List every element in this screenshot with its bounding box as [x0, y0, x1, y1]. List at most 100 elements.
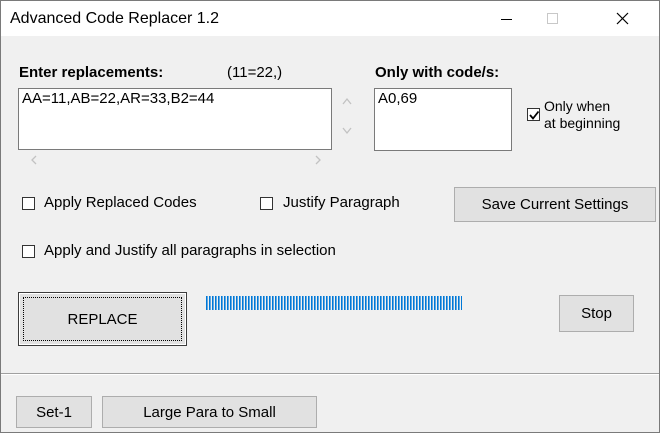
- progress-stripe: [320, 296, 322, 310]
- progress-stripe: [221, 296, 223, 310]
- set1-label: Set-1: [36, 403, 72, 421]
- justify-label: Justify Paragraph: [283, 194, 400, 211]
- only-codes-input[interactable]: A0,69: [374, 88, 512, 151]
- progress-stripe: [215, 296, 217, 310]
- progress-stripe: [434, 296, 436, 310]
- replacements-hint: (11=22,): [227, 64, 283, 81]
- progress-stripe: [362, 296, 364, 310]
- replacements-label: Enter replacements:: [19, 64, 164, 81]
- progress-stripe: [236, 296, 238, 310]
- chevron-right-icon[interactable]: [313, 154, 323, 166]
- apply-all-checkbox[interactable]: [22, 245, 35, 258]
- progress-bar: [206, 296, 462, 310]
- maximize-icon: [547, 13, 558, 24]
- stop-button[interactable]: Stop: [559, 295, 634, 332]
- progress-stripe: [455, 296, 457, 310]
- progress-stripe: [443, 296, 445, 310]
- progress-stripe: [458, 296, 460, 310]
- save-settings-button[interactable]: Save Current Settings: [454, 187, 656, 222]
- progress-stripe: [389, 296, 391, 310]
- apply-all-label: Apply and Justify all paragraphs in sele…: [44, 242, 336, 259]
- progress-stripe: [371, 296, 373, 310]
- progress-stripe: [440, 296, 442, 310]
- progress-stripe: [299, 296, 301, 310]
- progress-stripe: [365, 296, 367, 310]
- only-beginning-label-line2: at beginning: [544, 115, 621, 131]
- progress-stripe: [254, 296, 256, 310]
- progress-stripe: [410, 296, 412, 310]
- chevron-left-icon[interactable]: [29, 154, 39, 166]
- progress-stripe: [263, 296, 265, 310]
- large-para-button[interactable]: Large Para to Small: [102, 396, 317, 428]
- justify-checkbox[interactable]: [260, 197, 273, 210]
- progress-stripe: [248, 296, 250, 310]
- progress-stripe: [260, 296, 262, 310]
- close-button[interactable]: [599, 1, 645, 36]
- progress-stripe: [368, 296, 370, 310]
- progress-stripe: [233, 296, 235, 310]
- progress-stripe: [287, 296, 289, 310]
- progress-stripe: [284, 296, 286, 310]
- window-title: Advanced Code Replacer 1.2: [10, 10, 220, 27]
- minimize-icon: [501, 19, 512, 20]
- progress-stripe: [350, 296, 352, 310]
- progress-stripe: [341, 296, 343, 310]
- progress-stripe: [428, 296, 430, 310]
- progress-stripe: [422, 296, 424, 310]
- progress-stripe: [227, 296, 229, 310]
- progress-stripe: [224, 296, 226, 310]
- progress-stripe: [416, 296, 418, 310]
- checkmark-icon: [529, 110, 540, 120]
- progress-stripe: [296, 296, 298, 310]
- progress-stripe: [212, 296, 214, 310]
- progress-stripe: [359, 296, 361, 310]
- progress-stripe: [239, 296, 241, 310]
- progress-stripe: [290, 296, 292, 310]
- minimize-button[interactable]: [483, 1, 529, 36]
- progress-stripe: [446, 296, 448, 310]
- progress-stripe: [401, 296, 403, 310]
- set1-button[interactable]: Set-1: [16, 396, 92, 428]
- progress-stripe: [335, 296, 337, 310]
- progress-stripe: [314, 296, 316, 310]
- chevron-down-icon[interactable]: [341, 126, 353, 136]
- progress-stripe: [413, 296, 415, 310]
- maximize-button: [529, 1, 575, 36]
- progress-stripe: [245, 296, 247, 310]
- progress-stripe: [392, 296, 394, 310]
- progress-stripe: [347, 296, 349, 310]
- title-bar[interactable]: Advanced Code Replacer 1.2: [1, 1, 659, 36]
- progress-stripe: [326, 296, 328, 310]
- progress-stripe: [278, 296, 280, 310]
- progress-stripe: [377, 296, 379, 310]
- only-codes-input-value: A0,69: [378, 90, 418, 107]
- replacements-input[interactable]: AA=11,AB=22,AR=33,B2=44: [18, 88, 332, 150]
- progress-stripe: [452, 296, 454, 310]
- only-beginning-checkbox[interactable]: [527, 108, 540, 121]
- progress-stripe: [311, 296, 313, 310]
- progress-stripe: [209, 296, 211, 310]
- separator: [1, 373, 659, 375]
- progress-stripe: [329, 296, 331, 310]
- chevron-up-icon[interactable]: [341, 96, 353, 106]
- progress-fill: [206, 296, 462, 310]
- replace-button[interactable]: REPLACE: [18, 292, 187, 346]
- progress-stripe: [404, 296, 406, 310]
- progress-stripe: [419, 296, 421, 310]
- progress-stripe: [275, 296, 277, 310]
- progress-stripe: [374, 296, 376, 310]
- progress-stripe: [383, 296, 385, 310]
- stop-label: Stop: [581, 305, 612, 322]
- progress-stripe: [353, 296, 355, 310]
- progress-stripe: [302, 296, 304, 310]
- progress-stripe: [305, 296, 307, 310]
- only-beginning-label-line1: Only when: [544, 98, 611, 114]
- progress-stripe: [356, 296, 358, 310]
- progress-stripe: [281, 296, 283, 310]
- progress-stripe: [293, 296, 295, 310]
- focus-rectangle: [23, 297, 182, 341]
- progress-stripe: [251, 296, 253, 310]
- progress-stripe: [386, 296, 388, 310]
- apply-replaced-checkbox[interactable]: [22, 197, 35, 210]
- progress-stripe: [395, 296, 397, 310]
